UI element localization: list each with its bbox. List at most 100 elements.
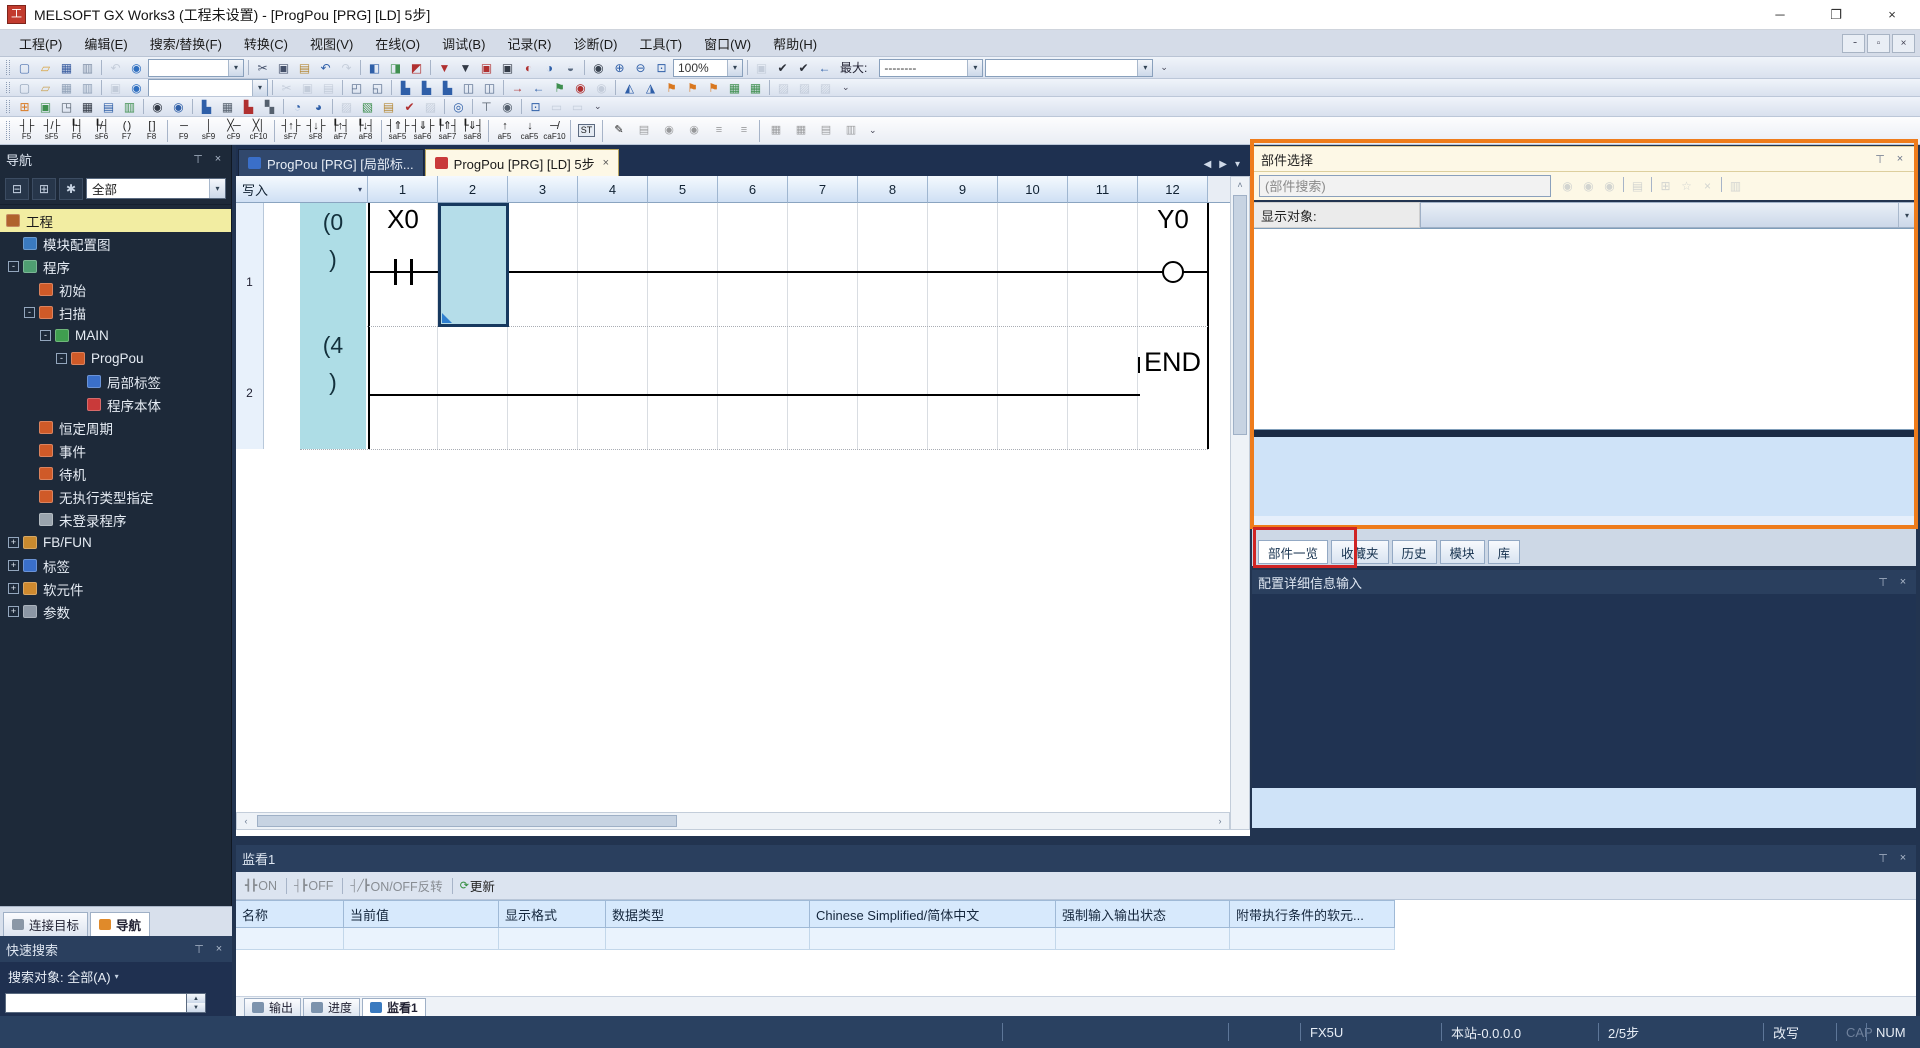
pin-icon[interactable]: ⊤ xyxy=(191,153,205,166)
tree-expand-icon[interactable]: - xyxy=(24,307,35,318)
ladder-symbol-button[interactable]: ┞⇑┤saF7 xyxy=(435,118,460,144)
watch-column-header[interactable]: 显示格式 xyxy=(499,900,606,928)
element-selection-tab[interactable]: 收藏夹 xyxy=(1331,540,1389,564)
watch-cell[interactable] xyxy=(1056,928,1230,950)
grid-display2-icon[interactable]: ▦ xyxy=(746,79,765,97)
save-project-icon[interactable]: ▦ xyxy=(57,59,76,77)
device-k1-icon[interactable]: ▙ xyxy=(396,79,415,97)
bookmark3-icon[interactable]: ⚑ xyxy=(704,79,723,97)
jump-back-icon[interactable]: ← xyxy=(815,59,834,77)
maximize-button[interactable]: ❐ xyxy=(1808,0,1864,29)
settings-gear-icon[interactable]: ✱ xyxy=(59,178,83,200)
realtime-monitor-icon[interactable]: ▤ xyxy=(379,98,398,116)
paste-element-icon[interactable]: ▤ xyxy=(1628,177,1647,195)
scroll-up-icon[interactable]: ˄ xyxy=(1231,177,1249,193)
paste-gray-icon[interactable]: ▤ xyxy=(319,79,338,97)
element-selection-tab[interactable]: 库 xyxy=(1488,540,1521,564)
device-list-icon[interactable]: ◉ xyxy=(169,98,188,116)
menu-item[interactable]: 调试(B) xyxy=(431,30,496,56)
close-icon[interactable]: × xyxy=(212,943,226,956)
convert-icon[interactable]: ▼ xyxy=(435,59,454,77)
tree-expand-icon[interactable] xyxy=(24,468,35,479)
pin-icon[interactable]: ⊤ xyxy=(192,943,206,956)
tool-faded-icon[interactable]: ▨ xyxy=(421,98,440,116)
horizontal-scrollbar[interactable]: ‹ › xyxy=(236,812,1230,830)
dock-tab[interactable]: 进度 xyxy=(303,998,360,1016)
watch-cell[interactable] xyxy=(344,928,499,950)
device-memory-window-icon[interactable]: ▦ xyxy=(218,98,237,116)
close-icon[interactable]: × xyxy=(1896,852,1910,865)
edit-comment-icon[interactable]: ✎ xyxy=(606,118,631,144)
window-zoom-icon[interactable]: ⊡ xyxy=(526,98,545,116)
nav-tree-item[interactable]: 模块配置图 xyxy=(0,232,231,255)
nav-tree-item[interactable]: 工程 xyxy=(0,209,231,232)
find-icon[interactable]: ◉ xyxy=(589,59,608,77)
menu-item[interactable]: 转换(C) xyxy=(233,30,299,56)
module-configuration-icon[interactable]: ▦ xyxy=(78,98,97,116)
vertical-scrollbar[interactable]: ˄ xyxy=(1230,176,1250,830)
menu-item[interactable]: 在线(O) xyxy=(364,30,431,56)
display-format-icon[interactable]: ▥ xyxy=(1726,177,1745,195)
jump-next-icon[interactable]: → xyxy=(508,79,527,97)
toolbar-overflow-icon[interactable]: ⌄ xyxy=(842,82,850,93)
ladder-symbol-button[interactable]: ╳│cF10 xyxy=(246,118,271,144)
data-name-combo[interactable]: ▾ xyxy=(148,79,268,97)
tab-scroll-right-icon[interactable]: ▶ xyxy=(1219,159,1227,170)
watch-column-header[interactable]: 名称 xyxy=(236,900,344,928)
nav-tree-item[interactable]: - 扫描 xyxy=(0,301,231,324)
watch-column-header[interactable]: 数据类型 xyxy=(606,900,810,928)
program-check-icon[interactable]: ✔ xyxy=(794,59,813,77)
display-target-combo[interactable]: ▾ xyxy=(1420,202,1916,228)
ladder-paste-icon[interactable]: ▥ xyxy=(838,118,863,144)
nav-tree-item[interactable]: 事件 xyxy=(0,439,231,462)
docking-layout-icon[interactable]: ◳ xyxy=(57,98,76,116)
nav-tree-item[interactable]: 待机 xyxy=(0,462,231,485)
ladder-symbol-button[interactable]: ┤/├sF5 xyxy=(39,118,64,144)
note-search2-icon[interactable]: ◉ xyxy=(681,118,706,144)
editor-tab[interactable]: ProgPou [PRG] [LD] 5步 × xyxy=(425,149,619,176)
contact-bar-icon[interactable] xyxy=(394,259,397,285)
jump-prev-icon[interactable]: ← xyxy=(529,79,548,97)
nav-tree-item[interactable]: - ProgPou xyxy=(0,347,231,370)
print-preview-icon[interactable]: ▥ xyxy=(78,79,97,97)
watch1-window-icon[interactable]: ◔ xyxy=(288,98,307,116)
menu-item[interactable]: 诊断(D) xyxy=(562,30,628,56)
ladder-copy-icon[interactable]: ▤ xyxy=(813,118,838,144)
watch-column-header[interactable]: 当前值 xyxy=(344,900,499,928)
rung-number-cell[interactable]: 2 xyxy=(236,326,264,449)
monitor-window-icon[interactable]: ▣ xyxy=(752,59,771,77)
cross-reference-icon[interactable]: ◉ xyxy=(148,98,167,116)
info-icon[interactable]: ◉ xyxy=(127,79,146,97)
menu-item[interactable]: 搜索/替换(F) xyxy=(139,30,233,56)
ladder-symbol-button[interactable]: ┤├F5 xyxy=(14,118,39,144)
ladder-symbol-button[interactable]: [ ]F8 xyxy=(139,118,164,144)
dock-tab[interactable]: 连接目标 xyxy=(3,912,88,936)
device-k2-icon[interactable]: ▙ xyxy=(417,79,436,97)
tab-list-icon[interactable]: ▾ xyxy=(1235,159,1240,170)
tree-expand-icon[interactable]: - xyxy=(40,330,51,341)
dock-tab[interactable]: 输出 xyxy=(244,998,301,1016)
tree-expand-icon[interactable] xyxy=(24,514,35,525)
menu-item[interactable]: 记录(R) xyxy=(496,30,562,56)
duplicate-icon[interactable]: ▣ xyxy=(106,79,125,97)
element-selection-tab[interactable]: 模块 xyxy=(1440,540,1485,564)
watch-column-header[interactable]: Chinese Simplified/简体中文 xyxy=(810,900,1056,928)
scrollbar-thumb[interactable] xyxy=(257,815,677,827)
menu-item[interactable]: 视图(V) xyxy=(299,30,364,56)
monitor-start-icon[interactable]: ◐ xyxy=(519,59,538,77)
scrollbar-thumb[interactable] xyxy=(1233,195,1247,435)
ladder-symbol-button[interactable]: ┞⇓┤saF8 xyxy=(460,118,485,144)
quick-search-input[interactable] xyxy=(5,993,187,1013)
watch-tool-button[interactable]: ┤┣ OFF xyxy=(291,875,336,897)
nav-tree-item[interactable]: 程序本体 xyxy=(0,393,231,416)
undo-icon[interactable]: ↶ xyxy=(316,59,335,77)
ladder-block2-icon[interactable]: ▦ xyxy=(788,118,813,144)
watch-tool-button[interactable]: ┫┣ ON xyxy=(242,875,280,897)
ladder-symbol-button[interactable]: ( )F7 xyxy=(114,118,139,144)
monitor-stop-icon[interactable]: ◑ xyxy=(540,59,559,77)
ladder-symbol-button[interactable]: ╳─cF9 xyxy=(221,118,246,144)
tree-expand-icon[interactable] xyxy=(72,376,83,387)
nav-tree-item[interactable]: + 参数 xyxy=(0,600,231,623)
device-k3-icon[interactable]: ▙ xyxy=(438,79,457,97)
pin-icon[interactable]: ⊤ xyxy=(1876,576,1890,589)
